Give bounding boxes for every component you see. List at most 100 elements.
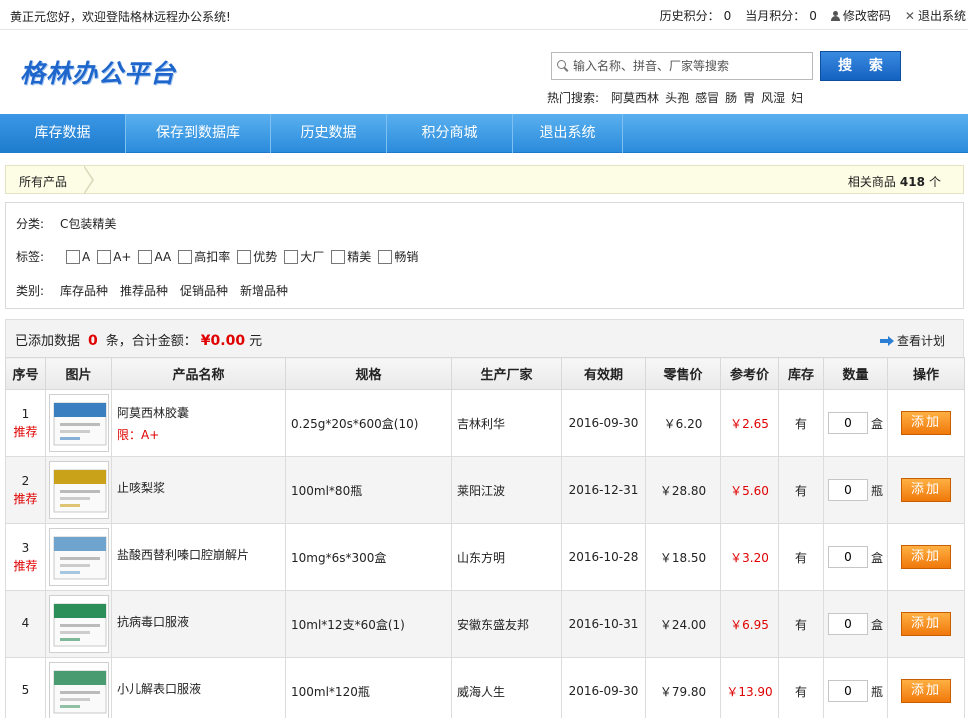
tag-checkbox[interactable]: 畅销 xyxy=(378,248,418,265)
checkbox[interactable] xyxy=(178,249,193,264)
product-name-link[interactable]: 抗病毒口服液 xyxy=(117,615,189,629)
filter-type-option[interactable]: 库存品种 xyxy=(60,282,108,299)
hot-keyword[interactable]: 头孢 xyxy=(665,89,689,106)
quantity-input[interactable] xyxy=(827,546,868,568)
product-thumbnail[interactable] xyxy=(48,662,109,718)
product-thumbnail[interactable] xyxy=(48,394,109,452)
cell-retail-price: ￥28.80 xyxy=(645,456,721,524)
view-plan-link[interactable]: 查看计划 xyxy=(879,332,945,349)
quantity-input[interactable] xyxy=(827,613,868,635)
hot-keyword[interactable]: 肠 xyxy=(725,89,737,106)
cell-retail-price: ￥24.00 xyxy=(645,590,721,658)
filter-type-option[interactable]: 促销品种 xyxy=(180,282,228,299)
cell-expiry: 2016-10-28 xyxy=(561,523,646,591)
nav-item-logout[interactable]: 退出系统 xyxy=(513,114,623,153)
checkbox[interactable] xyxy=(331,249,346,264)
cell-retail-price: ￥79.80 xyxy=(645,657,721,718)
cell-spec: 100ml*120瓶 xyxy=(285,657,452,718)
product-box-icon xyxy=(53,469,106,513)
nav-item-save-to-db[interactable]: 保存到数据库 xyxy=(126,114,271,153)
product-name-link[interactable]: 阿莫西林胶囊 xyxy=(117,406,189,420)
checkbox[interactable] xyxy=(378,249,393,264)
product-thumbnail[interactable] xyxy=(48,528,109,586)
nav-item-points-mall[interactable]: 积分商城 xyxy=(387,114,513,153)
product-name-link[interactable]: 止咳梨浆 xyxy=(117,481,165,495)
tag-checkbox[interactable]: 精美 xyxy=(331,248,371,265)
cell-expiry: 2016-09-30 xyxy=(561,657,646,718)
breadcrumb-all-products[interactable]: 所有产品 xyxy=(19,173,67,190)
tag-checkbox[interactable]: 大厂 xyxy=(284,248,324,265)
filter-type-option[interactable]: 推荐品种 xyxy=(120,282,168,299)
cell-image xyxy=(45,590,112,658)
search-button[interactable]: 搜 索 xyxy=(820,51,901,81)
nav-item-history[interactable]: 历史数据 xyxy=(271,114,387,153)
history-points: 历史积分： 0 xyxy=(660,7,732,24)
tag-checkbox[interactable]: 高扣率 xyxy=(178,248,230,265)
header-spec: 规格 xyxy=(285,357,452,390)
site-logo[interactable]: 格林办公平台 xyxy=(20,54,176,90)
hot-keyword[interactable]: 妇 xyxy=(791,89,803,106)
checkbox[interactable] xyxy=(66,249,80,264)
cell-stock: 有 xyxy=(778,657,824,718)
change-password-link[interactable]: 修改密码 xyxy=(830,7,891,24)
cell-maker: 山东方明 xyxy=(451,523,562,591)
product-thumbnail[interactable] xyxy=(48,595,109,653)
qty-unit: 瓶 xyxy=(870,483,883,498)
hot-keyword[interactable]: 胃 xyxy=(743,89,755,106)
quantity-input[interactable] xyxy=(827,412,868,434)
quantity-input[interactable] xyxy=(827,680,868,702)
qty-group: 瓶 xyxy=(824,479,887,501)
product-box-icon xyxy=(53,536,106,580)
cell-name: 阿莫西林胶囊 限：A+ xyxy=(111,389,286,457)
cell-seq: 5 xyxy=(5,657,46,718)
add-button[interactable]: 添加 xyxy=(901,478,951,502)
nav-item-inventory[interactable]: 库存数据 xyxy=(0,114,126,153)
hot-keyword[interactable]: 阿莫西林 xyxy=(611,89,659,106)
table-header-row: 序号 图片 产品名称 规格 生产厂家 有效期 零售价 参考价 库存 数量 操作 xyxy=(5,357,965,390)
checkbox[interactable] xyxy=(97,249,112,264)
cell-ref-price: ￥5.60 xyxy=(720,456,779,524)
cell-ref-price: ￥2.65 xyxy=(720,389,779,457)
search-input[interactable] xyxy=(573,59,803,73)
cell-action: 添加 xyxy=(887,456,965,524)
hot-keyword[interactable]: 感冒 xyxy=(695,89,719,106)
cell-ref-price: ￥3.20 xyxy=(720,523,779,591)
tag-checkbox[interactable]: 优势 xyxy=(237,248,277,265)
checkbox[interactable] xyxy=(284,249,299,264)
filter-type-option[interactable]: 新增品种 xyxy=(240,282,288,299)
cell-spec: 10ml*12支*60盒(1) xyxy=(285,590,452,658)
month-points: 当月积分： 0 xyxy=(745,7,817,24)
checkbox[interactable] xyxy=(237,249,252,264)
product-name-link[interactable]: 小儿解表口服液 xyxy=(117,682,201,696)
summary-middle: 条，合计金额： xyxy=(105,334,197,349)
checkbox[interactable] xyxy=(138,249,153,264)
add-button[interactable]: 添加 xyxy=(901,612,951,636)
add-button[interactable]: 添加 xyxy=(901,679,951,703)
cell-name: 小儿解表口服液 xyxy=(111,657,286,718)
product-thumbnail[interactable] xyxy=(48,461,109,519)
product-box-icon xyxy=(53,603,106,647)
product-name-link[interactable]: 盐酸西替利嗪口腔崩解片 xyxy=(117,548,249,562)
breadcrumb-arrow-icon xyxy=(83,165,94,195)
search-box[interactable] xyxy=(551,52,813,80)
add-button[interactable]: 添加 xyxy=(901,545,951,569)
hot-keyword[interactable]: 风湿 xyxy=(761,89,785,106)
tag-checkbox[interactable]: A xyxy=(66,249,91,264)
add-button[interactable]: 添加 xyxy=(901,411,951,435)
main-nav: 库存数据 保存到数据库 历史数据 积分商城 退出系统 xyxy=(0,114,968,153)
summary-prefix: 已添加数据 xyxy=(15,334,81,349)
cell-spec: 10mg*6s*300盒 xyxy=(285,523,452,591)
recommended-badge: 推荐 xyxy=(13,424,38,439)
row-seq: 1 xyxy=(21,406,30,421)
cell-seq: 1 推荐 xyxy=(5,389,46,457)
quantity-input[interactable] xyxy=(827,479,868,501)
cell-expiry: 2016-10-31 xyxy=(561,590,646,658)
cell-name: 盐酸西替利嗪口腔崩解片 xyxy=(111,523,286,591)
table-row: 5 小儿解表口服液 100ml*120瓶 威海人生 2016-09-30 ￥79.80 ￥1… xyxy=(5,657,965,718)
tag-checkbox[interactable]: AA xyxy=(138,249,171,264)
tag-checkbox[interactable]: A+ xyxy=(97,249,131,264)
tag-label: A xyxy=(82,249,91,264)
header-image: 图片 xyxy=(45,357,112,390)
filter-category-value[interactable]: C包装精美 xyxy=(60,215,116,232)
logout-link[interactable]: ✕ 退出系统 xyxy=(905,7,966,24)
